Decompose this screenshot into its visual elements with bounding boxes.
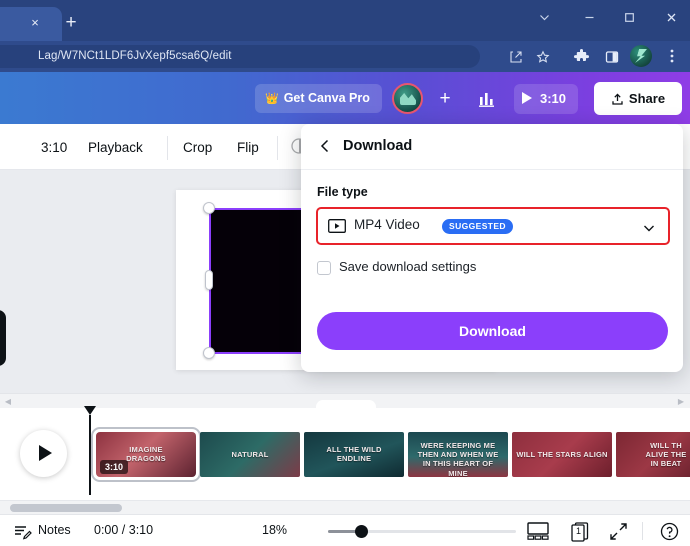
- timeline-play-button[interactable]: [20, 430, 67, 477]
- new-tab-button[interactable]: +: [60, 12, 82, 34]
- chevron-left-icon[interactable]: [316, 137, 336, 157]
- playback-time: 0:00 / 3:10: [94, 523, 154, 537]
- browser-tab[interactable]: ×: [0, 7, 62, 41]
- download-button[interactable]: Download: [317, 312, 668, 350]
- suggested-badge: SUGGESTED: [442, 219, 513, 234]
- file-type-label: File type: [317, 185, 368, 199]
- timeline-clip[interactable]: WILL THE STARS ALIGN: [512, 432, 612, 477]
- resize-handle-bottom-left[interactable]: [203, 347, 215, 359]
- get-canva-pro-button[interactable]: 👑 Get Canva Pro: [255, 84, 382, 113]
- tab-close-icon[interactable]: ×: [27, 15, 43, 31]
- toolbar-divider-2: [277, 136, 278, 160]
- notes-button[interactable]: Notes: [38, 523, 71, 537]
- timeline-clip[interactable]: NATURAL: [200, 432, 300, 477]
- window-titlebar: × +: [0, 0, 690, 41]
- help-icon[interactable]: [660, 522, 679, 541]
- zoom-slider[interactable]: [328, 525, 516, 538]
- resize-handle-middle-left[interactable]: [205, 270, 213, 290]
- upload-icon: [612, 93, 623, 105]
- timeline-clip[interactable]: IMAGINE DRAGONS 3:10: [91, 427, 201, 482]
- tab-search-chevron-icon[interactable]: [527, 3, 561, 29]
- page-number: 1: [575, 526, 581, 536]
- save-download-settings-checkbox[interactable]: [317, 261, 331, 275]
- browser-profile-avatar[interactable]: [630, 45, 652, 67]
- play-icon: [522, 92, 532, 104]
- timeline-clip-title: WILL TH ALIVE THE IN BEAT: [645, 440, 687, 469]
- share-icon[interactable]: [505, 46, 526, 67]
- side-panel-icon[interactable]: [601, 46, 622, 67]
- get-canva-pro-label: Get Canva Pro: [283, 91, 370, 105]
- scroll-right-arrow-icon[interactable]: ▶: [676, 397, 686, 407]
- browser-window: × + Lag/W7NCt1LDF6JvXepf5csa6Q/edit 👑 Ge…: [0, 0, 690, 546]
- timeline-scrollbar[interactable]: [0, 500, 690, 514]
- timeline-scrollbar-thumb[interactable]: [10, 504, 122, 512]
- playhead-marker[interactable]: [84, 406, 96, 415]
- zoom-level-label[interactable]: 18%: [262, 523, 287, 537]
- clip-duration-label[interactable]: 3:10: [41, 137, 67, 159]
- download-panel-title: Download: [343, 138, 413, 154]
- window-minimize-icon[interactable]: [572, 3, 606, 29]
- crop-button[interactable]: Crop: [183, 137, 212, 159]
- video-file-icon: [328, 219, 346, 233]
- save-download-settings-label: Save download settings: [339, 259, 477, 274]
- address-bar-url[interactable]: Lag/W7NCt1LDF6JvXepf5csa6Q/edit: [38, 46, 232, 67]
- sidebar-collapse-toggle[interactable]: [0, 310, 6, 366]
- timeline-clip[interactable]: WILL TH ALIVE THE IN BEAT: [616, 432, 690, 477]
- share-label: Share: [628, 91, 666, 106]
- timeline-clip-title: WERE KEEPING ME THEN AND WHEN WE IN THIS H…: [417, 440, 499, 478]
- file-type-select[interactable]: MP4 Video SUGGESTED: [320, 211, 666, 241]
- crown-icon: 👑: [265, 93, 279, 105]
- zoom-slider-knob[interactable]: [355, 525, 368, 538]
- add-collaborator-button[interactable]: +: [432, 86, 458, 112]
- preview-play-button[interactable]: 3:10: [514, 84, 579, 114]
- resize-handle-top-left[interactable]: [203, 202, 215, 214]
- notes-icon[interactable]: [14, 524, 32, 540]
- timeline-clip[interactable]: WERE KEEPING ME THEN AND WHEN WE IN THIS H…: [408, 432, 508, 477]
- grid-view-icon[interactable]: [527, 522, 549, 540]
- window-close-icon[interactable]: [654, 3, 688, 29]
- window-maximize-icon[interactable]: [612, 3, 646, 29]
- timeline-clip[interactable]: ALL THE WILD ENDLINE: [304, 432, 404, 477]
- status-divider: [642, 522, 643, 540]
- share-button[interactable]: Share: [594, 82, 682, 115]
- fullscreen-icon[interactable]: [609, 522, 628, 541]
- download-panel: Download File type MP4 Video SUGGESTED S…: [301, 124, 683, 372]
- playback-button[interactable]: Playback: [88, 137, 143, 159]
- more-menu-icon[interactable]: [661, 46, 682, 67]
- bookmark-star-icon[interactable]: [532, 46, 553, 67]
- file-type-value: MP4 Video: [354, 217, 420, 232]
- chevron-down-icon[interactable]: [642, 221, 656, 233]
- timeline-clip-title: WILL THE STARS ALIGN: [516, 449, 608, 459]
- flip-button[interactable]: Flip: [237, 137, 259, 159]
- timeline-clip-title: ALL THE WILD ENDLINE: [326, 445, 382, 464]
- scroll-left-arrow-icon[interactable]: ◀: [3, 397, 13, 407]
- timeline-clip-title: NATURAL: [231, 449, 269, 459]
- playhead-line: [89, 415, 91, 495]
- bar-chart-icon[interactable]: [472, 85, 500, 113]
- timeline-clip-duration: 3:10: [100, 460, 129, 474]
- preview-duration: 3:10: [540, 91, 567, 106]
- extensions-icon[interactable]: [571, 46, 592, 67]
- toolbar-divider: [167, 136, 168, 160]
- user-avatar[interactable]: [392, 83, 423, 114]
